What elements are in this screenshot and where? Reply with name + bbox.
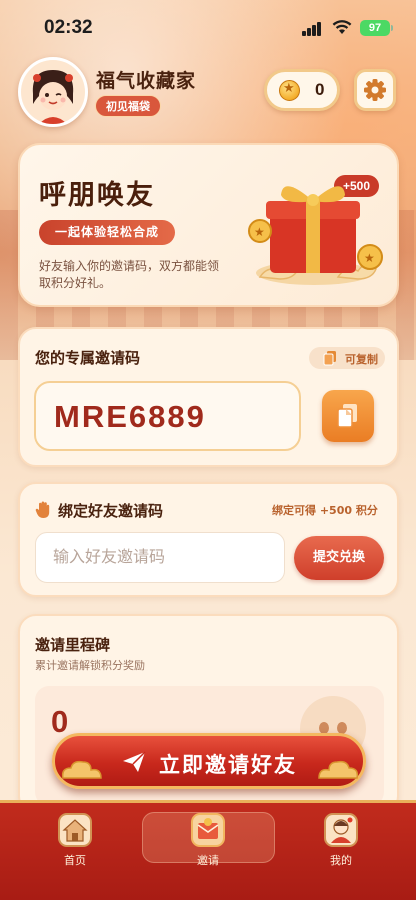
profile-badge: 初见福袋 [95, 95, 161, 117]
bind-code-title: 绑定好友邀请码 [58, 502, 164, 520]
copy-code-button[interactable] [322, 390, 374, 442]
battery-indicator: 97 [360, 20, 393, 36]
profile-icon [324, 813, 358, 847]
bind-code-card: 绑定好友邀请码 绑定可得 +500 积分 输入好友邀请码 提交兑换 [18, 482, 399, 597]
avatar-girl-icon [21, 60, 85, 124]
svg-text:★: ★ [364, 251, 375, 265]
gear-icon [364, 79, 386, 101]
hero-description: 好友输入你的邀请码，双方都能领取积分好礼。 [39, 259, 220, 290]
hero-title: 呼朋唤友 [39, 180, 155, 211]
milestone-title: 邀请里程碑 [35, 636, 111, 654]
tab-profile-label: 我的 [330, 854, 352, 867]
coin-icon [279, 80, 300, 101]
status-time: 02:32 [44, 17, 93, 38]
wifi-icon [332, 20, 352, 34]
hero-tagline: 一起体验轻松合成 [39, 220, 176, 245]
profile-name: 福气收藏家 [96, 70, 197, 92]
settings-button[interactable] [354, 69, 396, 111]
coin-balance[interactable]: 0 [264, 69, 340, 111]
gift-box-icon: ★ ★ [248, 186, 383, 285]
avatar[interactable] [18, 57, 88, 127]
invite-code-value: MRE6889 [54, 399, 206, 434]
friend-code-input[interactable]: 输入好友邀请码 [35, 532, 285, 583]
status-bar: 02:32 97 [0, 0, 416, 54]
cellular-signal-icon [302, 22, 324, 36]
invite-code-card: 您的专属邀请码 可复制 MRE6889 [18, 327, 399, 467]
bind-reward-note: 绑定可得 +500 积分 [272, 504, 378, 517]
copy-hint-label: 可复制 [345, 353, 378, 366]
invite-count: 0 [51, 704, 69, 739]
submit-code-button[interactable]: 提交兑换 [294, 536, 384, 580]
invite-code-box: MRE6889 [34, 381, 301, 451]
left-cloud-icon [61, 760, 102, 779]
tab-profile[interactable]: 我的 [306, 812, 376, 872]
tab-invite-label: 邀请 [197, 854, 219, 867]
tab-home-label: 首页 [64, 854, 86, 867]
copy-icon [323, 351, 336, 366]
invite-friends-label: 立即邀请好友 [159, 753, 297, 777]
coin-count: 0 [315, 80, 325, 99]
copy-document-icon [337, 404, 357, 428]
invite-icon [191, 813, 225, 847]
milestone-subtitle: 累计邀请解锁积分奖励 [35, 659, 145, 672]
tab-invite[interactable]: 邀请 [173, 812, 243, 872]
invite-code-title: 您的专属邀请码 [35, 349, 141, 367]
tab-home[interactable]: 首页 [40, 812, 110, 872]
send-icon [123, 751, 146, 772]
svg-text:★: ★ [254, 225, 265, 239]
hand-icon [35, 501, 50, 518]
copy-hint[interactable]: 可复制 [309, 347, 385, 369]
invite-friends-button[interactable]: 立即邀请好友 [52, 733, 366, 789]
home-icon [58, 813, 92, 847]
right-cloud-icon [318, 760, 359, 779]
